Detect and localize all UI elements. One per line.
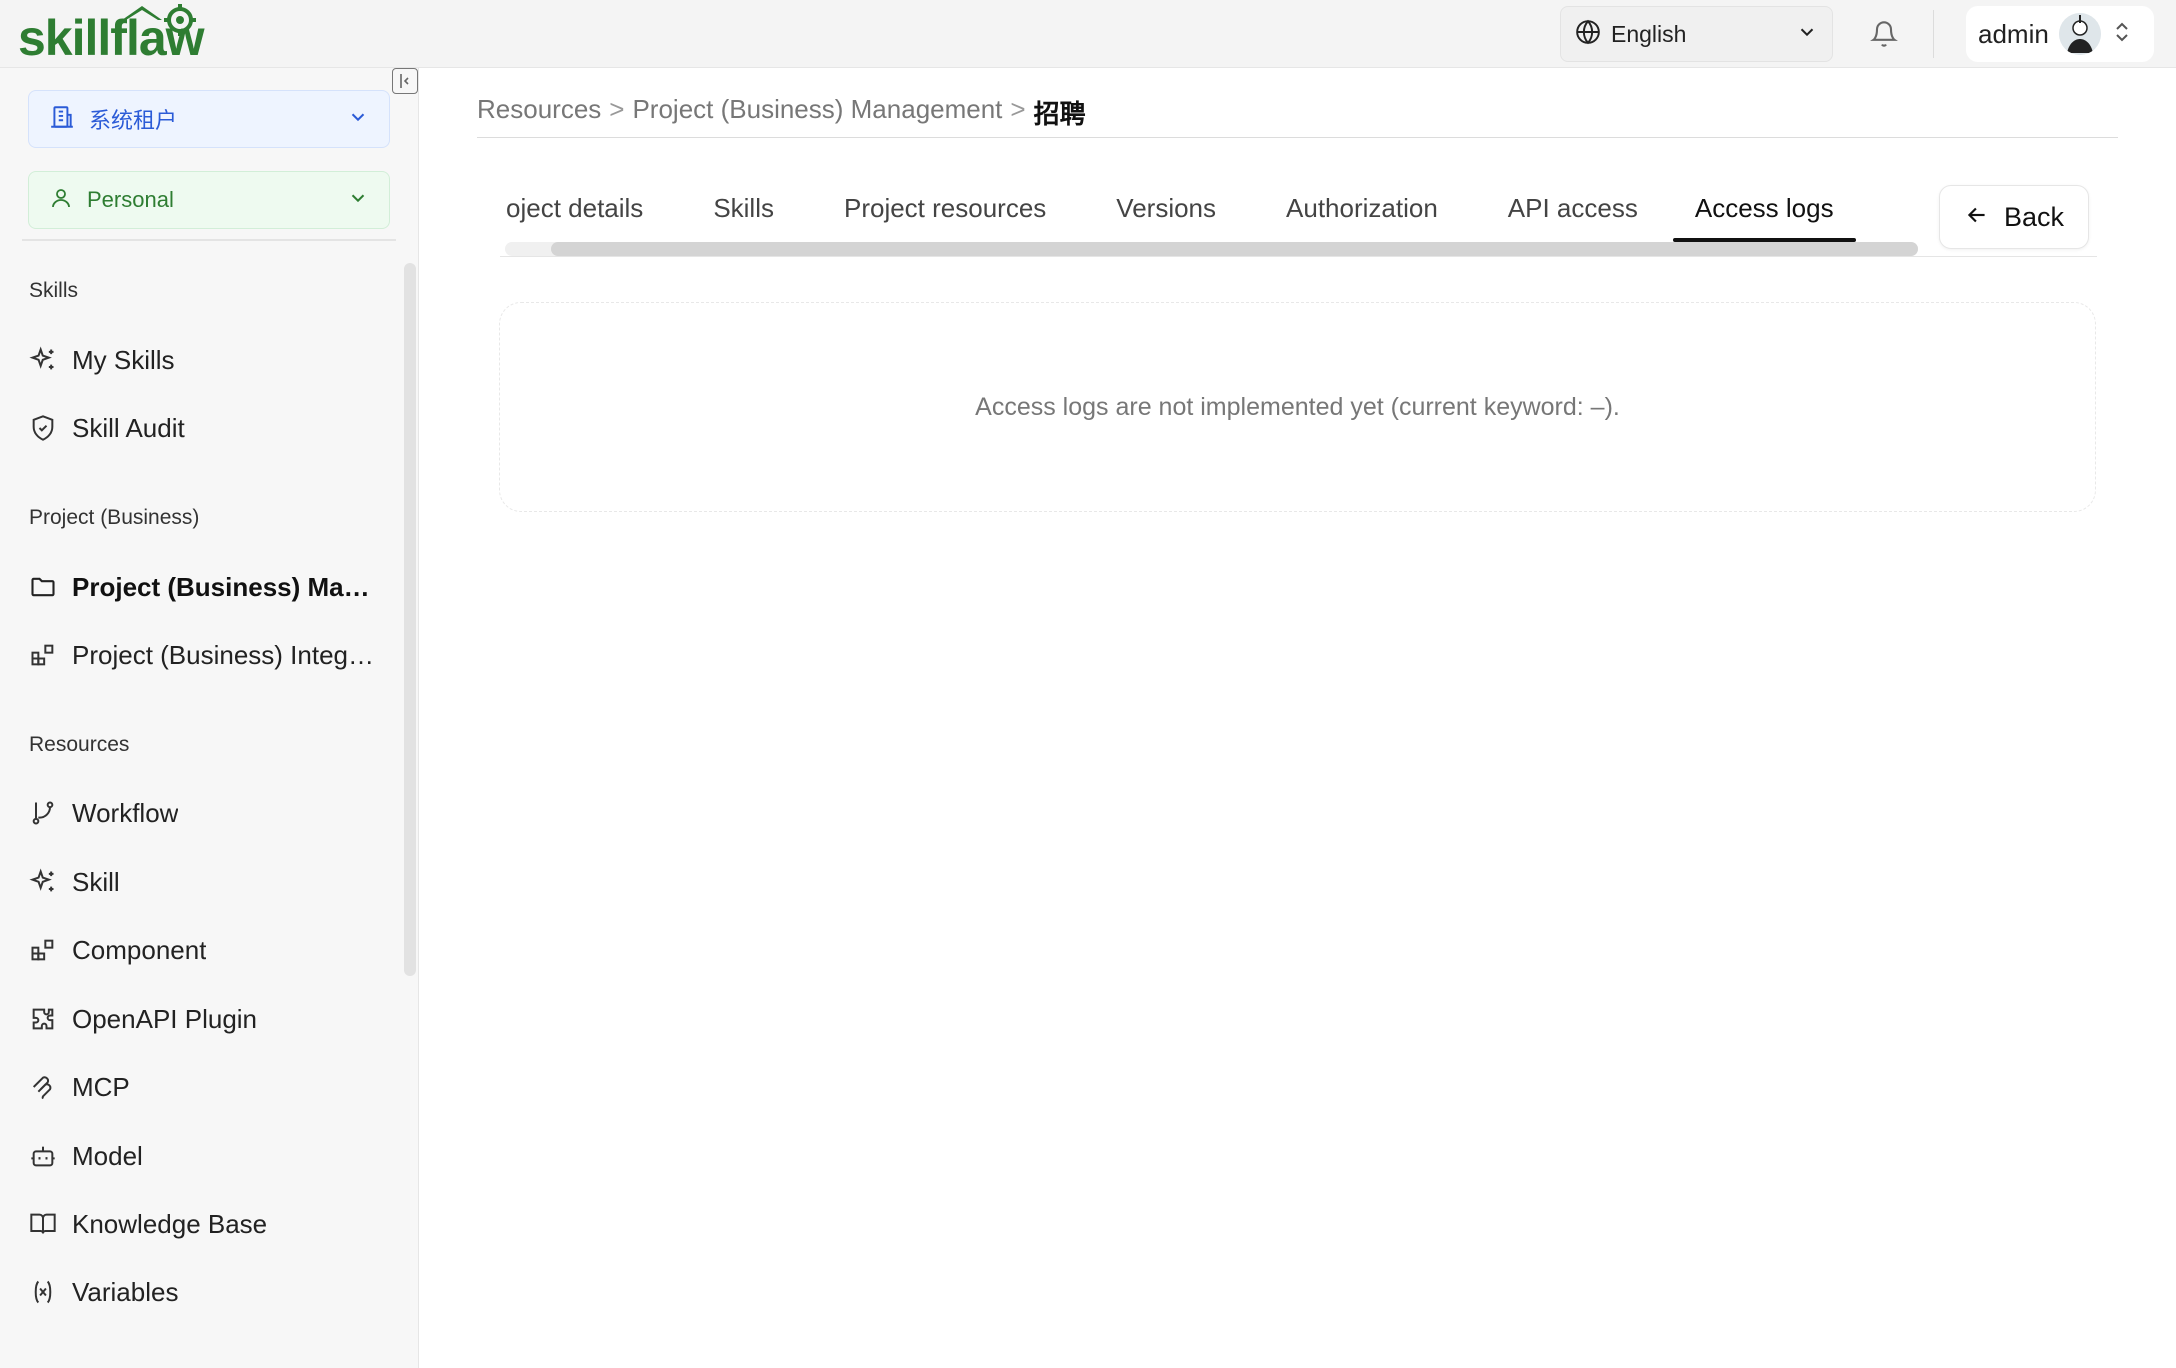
tab-project-resources[interactable]: Project resources — [809, 186, 1081, 242]
sidebar-scrollbar[interactable] — [404, 263, 416, 976]
logo-gear-icon — [122, 4, 196, 36]
sidebar-item-label: Skill — [72, 866, 120, 897]
language-label: English — [1611, 20, 1687, 47]
tab-project-details[interactable]: oject details — [500, 186, 678, 242]
back-button-label: Back — [2003, 201, 2065, 232]
sidebar-item-my-skills[interactable]: My Skills — [28, 334, 388, 386]
sidebar-item-label: Variables — [72, 1276, 179, 1307]
building-icon — [49, 104, 75, 135]
user-name: admin — [1978, 18, 2049, 49]
sidebar-item-openapi-plugin[interactable]: OpenAPI Plugin — [28, 993, 388, 1045]
header-divider — [1933, 10, 1934, 58]
sparkle-icon — [28, 867, 58, 897]
breadcrumb-current: 招聘 — [1033, 99, 1086, 129]
breadcrumb-separator: > — [609, 94, 625, 124]
user-icon — [49, 186, 73, 215]
back-button[interactable]: Back — [1939, 185, 2089, 249]
sidebar-divider — [22, 239, 396, 241]
tab-scrollbar-thumb[interactable] — [551, 242, 1918, 256]
sidebar-item-label: Project (Business) Management — [72, 571, 382, 602]
sidebar-item-label: Knowledge Base — [72, 1208, 268, 1239]
breadcrumb-separator: > — [1010, 94, 1026, 124]
sidebar-item-skill-audit[interactable]: Skill Audit — [28, 402, 388, 454]
book-icon — [28, 1209, 58, 1239]
blocks-icon — [28, 640, 58, 670]
user-menu[interactable]: admin — [1966, 6, 2154, 62]
tab-bar-divider — [500, 256, 2097, 257]
sidebar-item-label: My Skills — [72, 344, 175, 375]
top-header: skillflaw English admin — [0, 0, 2176, 68]
tenant-select[interactable]: 系统租户 — [28, 90, 390, 148]
space-label: Personal — [87, 187, 174, 212]
sidebar-item-project-management[interactable]: Project (Business) Management — [28, 561, 388, 613]
folder-icon — [28, 572, 58, 602]
tenant-label: 系统租户 — [89, 108, 178, 133]
sparkle-icon — [28, 345, 58, 375]
shield-check-icon — [28, 413, 58, 443]
empty-state-message: Access logs are not implemented yet (cur… — [975, 392, 1620, 421]
sidebar-item-label: Skill Audit — [72, 412, 185, 443]
blocks-icon — [28, 935, 58, 965]
avatar — [2058, 13, 2101, 55]
variable-icon — [28, 1277, 58, 1307]
sidebar-item-model[interactable]: Model — [28, 1130, 388, 1182]
section-title-skills: Skills — [29, 279, 79, 302]
sidebar-item-workflow[interactable]: Workflow — [28, 787, 388, 839]
bot-icon — [28, 1141, 58, 1171]
panel-collapse-icon — [400, 74, 409, 88]
globe-icon — [1575, 19, 1601, 50]
chevron-down-icon — [1796, 21, 1818, 48]
sidebar-item-component[interactable]: Component — [28, 924, 388, 976]
chevron-down-icon — [347, 106, 369, 133]
tab-access-logs[interactable]: Access logs — [1672, 186, 1856, 242]
sidebar-collapse-button[interactable] — [392, 68, 418, 94]
chevron-down-icon — [347, 187, 369, 214]
sidebar-item-label: MCP — [72, 1071, 130, 1102]
sidebar-item-label: Component — [72, 934, 207, 965]
sidebar-item-project-integration[interactable]: Project (Business) Integration — [28, 629, 388, 681]
section-title-resources: Resources — [29, 733, 130, 756]
tab-api-access[interactable]: API access — [1473, 186, 1673, 242]
breadcrumb-link-project-management[interactable]: Project (Business) Management — [632, 94, 1002, 125]
sidebar-item-mcp[interactable]: MCP — [28, 1061, 388, 1113]
notifications-bell-icon[interactable] — [1864, 14, 1904, 54]
breadcrumb: Resources > Project (Business) Managemen… — [477, 94, 2118, 138]
sidebar-item-variables[interactable]: Variables — [28, 1266, 388, 1318]
tab-authorization[interactable]: Authorization — [1251, 186, 1473, 242]
breadcrumb-link-resources[interactable]: Resources — [477, 94, 601, 125]
git-branch-icon — [28, 798, 58, 828]
puzzle-icon — [28, 1004, 58, 1034]
arrow-left-icon — [1964, 202, 1990, 233]
sidebar-item-label: OpenAPI Plugin — [72, 1003, 258, 1034]
chevron-up-down-icon — [2113, 20, 2131, 49]
app-logo[interactable]: skillflaw — [18, 2, 248, 66]
tab-skills[interactable]: Skills — [678, 186, 809, 242]
sidebar-item-knowledge-base[interactable]: Knowledge Base — [28, 1198, 388, 1250]
access-logs-empty-state: Access logs are not implemented yet (cur… — [499, 302, 2096, 512]
section-title-project-business: Project (Business) — [29, 506, 200, 529]
tab-versions[interactable]: Versions — [1081, 186, 1251, 242]
sidebar-item-label: Project (Business) Integration — [72, 639, 382, 670]
language-select[interactable]: English — [1560, 6, 1833, 62]
sidebar-item-label: Workflow — [72, 797, 179, 828]
sidebar-item-skill[interactable]: Skill — [28, 856, 388, 908]
space-select[interactable]: Personal — [28, 171, 390, 229]
mcp-icon — [28, 1072, 58, 1102]
sidebar-item-label: Model — [72, 1140, 143, 1171]
